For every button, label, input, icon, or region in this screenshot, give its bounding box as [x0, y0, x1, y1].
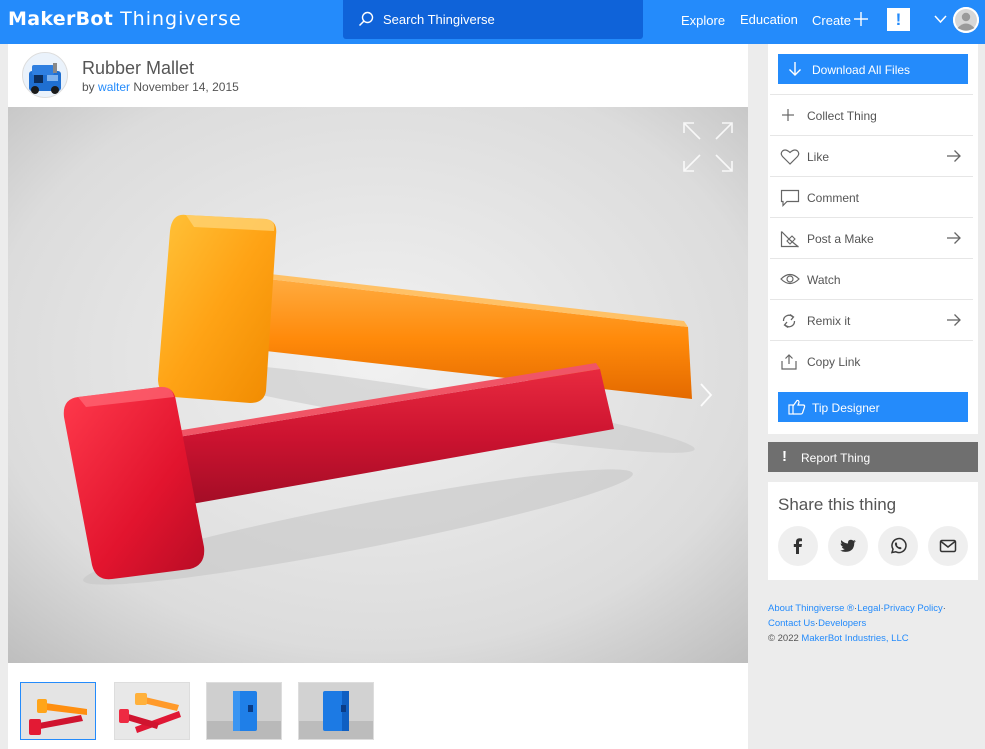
report-thing-label: Report Thing — [801, 451, 871, 465]
nav-create-link[interactable]: Create — [812, 13, 851, 28]
collect-thing-label: Collect Thing — [807, 109, 877, 123]
thing-byline: by walter November 14, 2015 — [82, 80, 239, 94]
arrow-right-icon — [947, 314, 961, 326]
nav-education-link[interactable]: Education — [740, 12, 798, 27]
watch-action[interactable]: Watch — [770, 258, 973, 299]
copy-link-label: Copy Link — [807, 355, 861, 369]
thumbnail-1[interactable] — [20, 682, 96, 740]
by-label: by — [82, 80, 95, 94]
twitter-icon — [840, 539, 856, 552]
comment-bubble-icon — [780, 189, 800, 207]
thumbnail-3[interactable] — [206, 682, 282, 740]
remix-it-action[interactable]: Remix it — [770, 299, 973, 340]
download-arrow-icon — [789, 62, 801, 76]
plus-icon[interactable] — [853, 11, 869, 27]
share-upload-icon — [781, 354, 797, 370]
search-input[interactable]: Search Thingiverse — [343, 0, 643, 39]
tip-designer-label: Tip Designer — [812, 401, 880, 415]
email-share-button[interactable] — [928, 526, 968, 566]
arrow-right-icon — [947, 150, 961, 162]
privacy-policy-link[interactable]: Privacy Policy — [884, 603, 943, 614]
next-image-arrow-icon[interactable] — [698, 381, 714, 409]
whatsapp-icon — [890, 537, 907, 554]
creator-avatar[interactable] — [22, 52, 68, 98]
whatsapp-share-button[interactable] — [878, 526, 918, 566]
footer-separator: · — [942, 603, 946, 614]
like-action[interactable]: Like — [770, 135, 973, 176]
thing-actions-panel: Download All Files Collect Thing Like Co… — [768, 44, 978, 434]
user-avatar[interactable] — [953, 7, 979, 33]
download-all-files-button[interactable]: Download All Files — [778, 54, 968, 84]
main-thing-image[interactable] — [8, 107, 748, 663]
facebook-icon — [793, 538, 802, 554]
comment-label: Comment — [807, 191, 860, 205]
site-logo[interactable]: MakerBot Thingiverse — [8, 8, 242, 30]
thing-header-card: Rubber Mallet by walter November 14, 201… — [8, 44, 748, 107]
search-icon — [358, 11, 374, 27]
post-a-make-action[interactable]: Post a Make — [770, 217, 973, 258]
nozzle-make-icon — [780, 231, 799, 248]
fullscreen-expand-icon[interactable] — [682, 121, 734, 173]
eye-icon — [780, 273, 800, 285]
tip-designer-button[interactable]: Tip Designer — [778, 392, 968, 422]
thumbnail-mallets-alt-image — [115, 683, 189, 739]
footer-links-row-1: About Thingiverse ®·Legal·Privacy Policy… — [768, 601, 983, 616]
comment-action[interactable]: Comment — [770, 176, 973, 217]
remix-it-label: Remix it — [807, 314, 851, 328]
copyright-text: © 2022 — [768, 633, 802, 644]
like-label: Like — [807, 150, 830, 164]
thumbnail-4[interactable] — [298, 682, 374, 740]
remix-cycle-icon — [782, 313, 796, 329]
thing-title: Rubber Mallet — [82, 58, 195, 78]
plus-icon — [782, 109, 794, 121]
heart-icon — [780, 149, 800, 165]
thumbnail-blue-print-image — [207, 683, 281, 739]
post-a-make-label: Post a Make — [807, 232, 874, 246]
footer-copyright: © 2022 MakerBot Industries, LLC — [768, 631, 983, 646]
user-silhouette-icon — [953, 7, 979, 33]
arrow-right-icon — [947, 232, 961, 244]
watch-label: Watch — [807, 273, 841, 287]
thumbnail-blue-print-alt-image — [299, 683, 373, 739]
author-link[interactable]: walter — [98, 80, 130, 94]
thumbnail-mallets-image — [21, 683, 95, 739]
publish-date: November 14, 2015 — [133, 80, 239, 94]
exclamation-icon: ! — [782, 448, 787, 465]
nav-explore-link[interactable]: Explore — [681, 13, 725, 28]
contact-us-link[interactable]: Contact Us — [768, 618, 815, 629]
makerbot-industries-link[interactable]: MakerBot Industries, LLC — [801, 633, 908, 644]
thumbnail-strip — [8, 663, 748, 749]
notification-alert-button[interactable]: ! — [887, 8, 910, 31]
site-footer: About Thingiverse ®·Legal·Privacy Policy… — [768, 601, 983, 646]
logo-makerbot-text: MakerBot — [8, 8, 114, 30]
collect-thing-action[interactable]: Collect Thing — [770, 94, 973, 135]
thumbs-up-icon — [788, 399, 806, 415]
developers-link[interactable]: Developers — [818, 618, 866, 629]
share-title: Share this thing — [778, 495, 897, 514]
top-nav-bar: MakerBot Thingiverse Search Thingiverse … — [0, 0, 985, 44]
share-panel: Share this thing — [768, 482, 978, 580]
facebook-share-button[interactable] — [778, 526, 818, 566]
thumbnail-2[interactable] — [114, 682, 190, 740]
copy-link-action[interactable]: Copy Link — [770, 340, 973, 381]
download-all-files-label: Download All Files — [812, 63, 911, 77]
twitter-share-button[interactable] — [828, 526, 868, 566]
about-thingiverse-link[interactable]: About Thingiverse ® — [768, 603, 854, 614]
robot-avatar-image — [23, 53, 67, 97]
report-thing-button[interactable]: ! Report Thing — [768, 442, 978, 472]
email-envelope-icon — [939, 539, 957, 553]
logo-thingiverse-text: Thingiverse — [120, 8, 242, 30]
chevron-down-icon[interactable] — [934, 15, 947, 24]
footer-links-row-2: Contact Us·Developers — [768, 616, 983, 631]
legal-link[interactable]: Legal — [857, 603, 880, 614]
rubber-mallet-photo — [8, 107, 748, 663]
search-placeholder: Search Thingiverse — [383, 12, 495, 27]
